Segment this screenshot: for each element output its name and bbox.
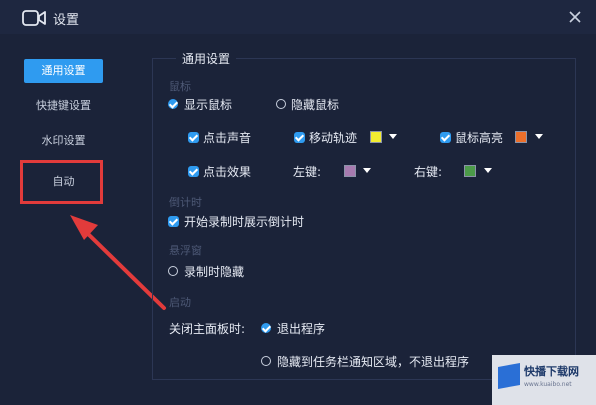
- click-sound-label[interactable]: 点击声音: [203, 129, 251, 146]
- click-effect-label[interactable]: 点击效果: [203, 163, 251, 180]
- click-sound-checkbox[interactable]: [188, 132, 199, 143]
- move-trail-label[interactable]: 移动轨迹: [309, 129, 357, 146]
- panel-title: 通用设置: [176, 50, 237, 67]
- hide-to-tray-radio[interactable]: [261, 356, 271, 366]
- watermark-url: www.kuaibo.net: [524, 381, 572, 388]
- hide-when-recording-radio[interactable]: [168, 266, 178, 276]
- left-key-label: 左键:: [293, 165, 322, 179]
- exit-program-radio[interactable]: [261, 323, 271, 333]
- highlight-color-dropdown-icon[interactable]: [535, 134, 543, 139]
- watermark-brand: 快播下载网: [524, 365, 579, 378]
- hide-to-tray-label[interactable]: 隐藏到任务栏通知区域，不退出程序: [277, 353, 469, 370]
- highlight-color-swatch[interactable]: [515, 131, 527, 143]
- video-camera-icon: [22, 10, 46, 26]
- trail-color-swatch[interactable]: [370, 131, 382, 143]
- hide-cursor-radio[interactable]: [276, 99, 286, 109]
- startup-section-label: 启动: [169, 296, 191, 309]
- cursor-highlight-label[interactable]: 鼠标高亮: [455, 129, 503, 146]
- cube-logo-icon: [498, 363, 520, 389]
- right-key-label: 右键:: [414, 165, 443, 179]
- title-bar: 设置: [0, 0, 596, 34]
- sidebar-item-general[interactable]: 通用设置: [24, 59, 103, 83]
- show-countdown-checkbox[interactable]: [168, 216, 179, 227]
- site-watermark: 快播下载网 www.kuaibo.net: [492, 355, 596, 405]
- right-click-color-dropdown-icon[interactable]: [484, 168, 492, 173]
- show-countdown-label[interactable]: 开始录制时展示倒计时: [184, 213, 304, 230]
- hide-when-recording-label[interactable]: 录制时隐藏: [184, 263, 244, 280]
- left-click-color-swatch[interactable]: [344, 165, 356, 177]
- countdown-section-label: 倒计时: [169, 196, 202, 209]
- float-section-label: 悬浮窗: [169, 244, 202, 257]
- cursor-highlight-checkbox[interactable]: [440, 132, 451, 143]
- click-effect-checkbox[interactable]: [188, 166, 199, 177]
- sidebar-item-watermark[interactable]: 水印设置: [24, 129, 103, 153]
- close-icon[interactable]: [564, 6, 586, 28]
- right-click-color-swatch[interactable]: [464, 165, 476, 177]
- move-trail-checkbox[interactable]: [294, 132, 305, 143]
- trail-color-dropdown-icon[interactable]: [389, 134, 397, 139]
- annotation-highlight-box: [20, 160, 103, 204]
- show-cursor-label[interactable]: 显示鼠标: [184, 96, 232, 113]
- exit-program-label[interactable]: 退出程序: [277, 320, 325, 337]
- sidebar-item-hotkeys[interactable]: 快捷键设置: [24, 94, 103, 118]
- hide-cursor-label[interactable]: 隐藏鼠标: [291, 96, 339, 113]
- left-click-color-dropdown-icon[interactable]: [363, 168, 371, 173]
- close-main-label: 关闭主面板时:: [169, 322, 246, 336]
- show-cursor-radio[interactable]: [168, 99, 178, 109]
- mouse-section-label: 鼠标: [169, 80, 191, 93]
- window-title: 设置: [53, 13, 80, 28]
